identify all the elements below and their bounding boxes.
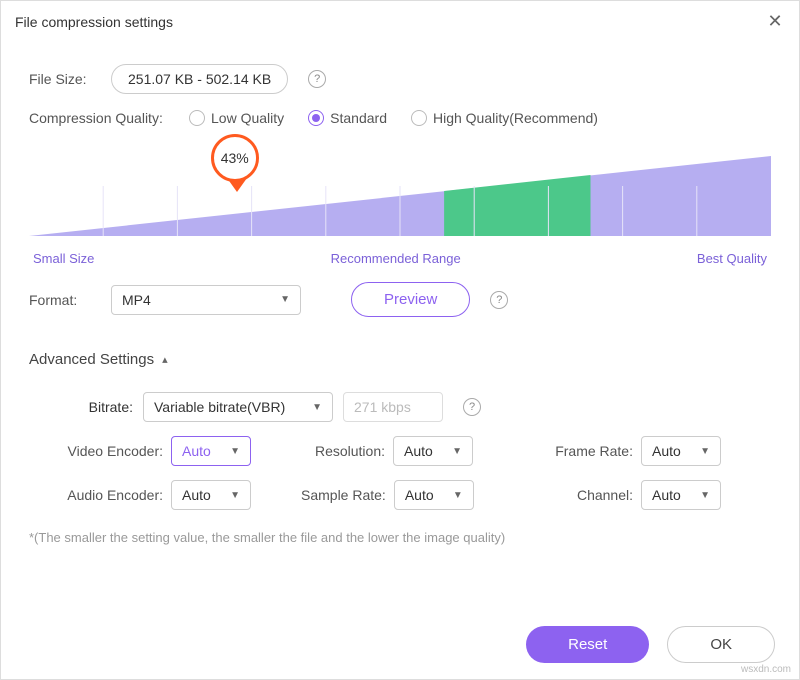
file-size-value[interactable]: 251.07 KB - 502.14 KB (111, 64, 288, 94)
format-row: Format: MP4 ▼ Preview ? (29, 282, 771, 317)
advanced-panel: Bitrate: Variable bitrate(VBR) ▼ 271 kbp… (29, 392, 771, 510)
audio-encoder-select[interactable]: Auto ▼ (171, 480, 251, 510)
titlebar: File compression settings ✕ (1, 1, 799, 38)
compression-dialog: File compression settings ✕ File Size: 2… (0, 0, 800, 680)
resolution-label: Resolution: (301, 443, 385, 459)
audio-encoder-label: Audio Encoder: (59, 487, 163, 503)
frame-rate-value: Auto (652, 443, 681, 459)
slider-percent: 43% (211, 134, 259, 182)
slider-triangle (29, 156, 771, 236)
chevron-down-icon: ▼ (312, 402, 322, 413)
sample-rate-label: Sample Rate: (301, 487, 386, 503)
chevron-down-icon: ▼ (280, 294, 290, 305)
radio-icon (308, 110, 324, 126)
quality-row: Compression Quality: Low Quality Standar… (29, 110, 771, 126)
format-label: Format: (29, 292, 101, 308)
frame-rate-label: Frame Rate: (543, 443, 633, 459)
video-encoder-label: Video Encoder: (59, 443, 163, 459)
help-icon[interactable]: ? (463, 398, 481, 416)
slider-best-label: Best Quality (697, 251, 767, 266)
bitrate-label: Bitrate: (59, 399, 133, 415)
close-icon[interactable]: ✕ (765, 11, 785, 32)
quality-low-label: Low Quality (211, 110, 284, 126)
quality-standard-label: Standard (330, 110, 387, 126)
quality-high[interactable]: High Quality(Recommend) (411, 110, 598, 126)
quality-standard[interactable]: Standard (308, 110, 387, 126)
quality-high-label: High Quality(Recommend) (433, 110, 598, 126)
file-size-row: File Size: 251.07 KB - 502.14 KB ? (29, 64, 771, 94)
watermark: wsxdn.com (741, 664, 791, 675)
audio-encoder-value: Auto (182, 487, 211, 503)
channel-label: Channel: (543, 487, 633, 503)
reset-button[interactable]: Reset (526, 626, 649, 663)
bitrate-value: Variable bitrate(VBR) (154, 399, 285, 415)
audio-row: Audio Encoder: Auto ▼ Sample Rate: Auto … (59, 480, 771, 510)
sample-rate-value: Auto (405, 487, 434, 503)
channel-value: Auto (652, 487, 681, 503)
resolution-value: Auto (404, 443, 433, 459)
frame-rate-select[interactable]: Auto ▼ (641, 436, 721, 466)
chevron-down-icon: ▼ (452, 446, 462, 457)
quality-low[interactable]: Low Quality (189, 110, 284, 126)
video-encoder-value: Auto (182, 443, 211, 459)
channel-select[interactable]: Auto ▼ (641, 480, 721, 510)
file-size-label: File Size: (29, 71, 101, 87)
format-select[interactable]: MP4 ▼ (111, 285, 301, 315)
dialog-title: File compression settings (15, 14, 173, 30)
dialog-content: File Size: 251.07 KB - 502.14 KB ? Compr… (1, 38, 799, 545)
bitrate-select[interactable]: Variable bitrate(VBR) ▼ (143, 392, 333, 422)
video-encoder-select[interactable]: Auto ▼ (171, 436, 251, 466)
sample-rate-select[interactable]: Auto ▼ (394, 480, 474, 510)
chevron-down-icon: ▼ (230, 490, 240, 501)
radio-icon (411, 110, 427, 126)
quality-label: Compression Quality: (29, 110, 179, 126)
slider-labels: Small Size Recommended Range Best Qualit… (33, 251, 767, 266)
quality-slider[interactable]: 43% Small Size Recommended Range Best Qu… (29, 156, 771, 266)
bitrate-row: Bitrate: Variable bitrate(VBR) ▼ 271 kbp… (59, 392, 771, 422)
help-icon[interactable]: ? (308, 70, 326, 88)
footer-buttons: Reset OK (526, 626, 775, 663)
quality-radios: Low Quality Standard High Quality(Recomm… (189, 110, 598, 126)
resolution-select[interactable]: Auto ▼ (393, 436, 473, 466)
video-row: Video Encoder: Auto ▼ Resolution: Auto ▼… (59, 436, 771, 466)
slider-mid-label: Recommended Range (331, 251, 461, 266)
slider-small-label: Small Size (33, 251, 94, 266)
chevron-up-icon: ▴ (162, 353, 168, 366)
footnote: *(The smaller the setting value, the sma… (29, 530, 771, 545)
advanced-label: Advanced Settings (29, 351, 154, 368)
chevron-down-icon: ▼ (453, 490, 463, 501)
bitrate-input[interactable]: 271 kbps (343, 392, 443, 422)
ok-button[interactable]: OK (667, 626, 775, 663)
chevron-down-icon: ▼ (700, 490, 710, 501)
format-value: MP4 (122, 292, 151, 308)
advanced-toggle[interactable]: Advanced Settings ▴ (29, 351, 168, 368)
slider-pin[interactable]: 43% (211, 134, 263, 194)
radio-icon (189, 110, 205, 126)
preview-button[interactable]: Preview (351, 282, 470, 317)
chevron-down-icon: ▼ (700, 446, 710, 457)
help-icon[interactable]: ? (490, 291, 508, 309)
chevron-down-icon: ▼ (230, 446, 240, 457)
